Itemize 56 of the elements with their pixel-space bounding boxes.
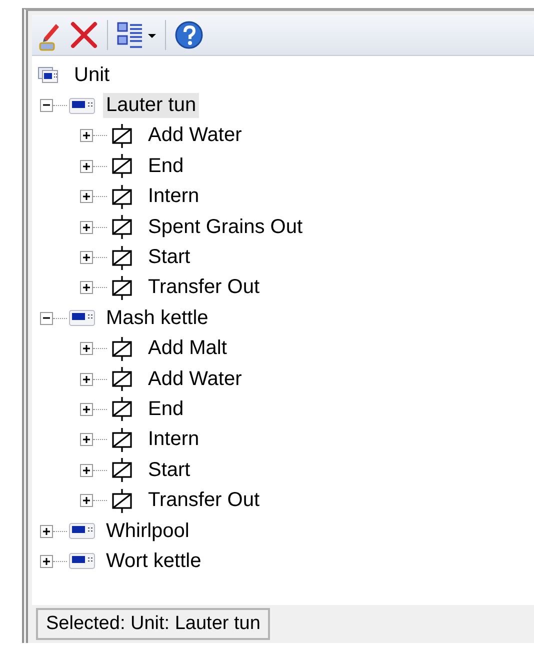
expand-icon[interactable] bbox=[80, 220, 93, 234]
step-icon bbox=[109, 426, 135, 453]
tree-item[interactable]: Start bbox=[145, 245, 194, 270]
tree-item[interactable]: Lauter tun bbox=[103, 93, 200, 118]
expand-icon[interactable] bbox=[80, 190, 93, 204]
expand-icon[interactable] bbox=[80, 372, 93, 386]
device-icon bbox=[69, 553, 95, 570]
tree-item[interactable]: Start bbox=[145, 458, 194, 483]
expand-icon[interactable] bbox=[80, 251, 93, 264]
collapse-icon[interactable] bbox=[40, 99, 53, 112]
step-icon bbox=[109, 457, 135, 484]
step-icon bbox=[109, 244, 135, 271]
tree-item[interactable]: Wort kettle bbox=[103, 548, 204, 574]
expand-icon[interactable] bbox=[40, 524, 53, 538]
device-icon bbox=[69, 98, 95, 114]
step-icon bbox=[109, 184, 135, 210]
tree-item[interactable]: Add Water bbox=[145, 123, 245, 148]
tree-item[interactable]: Unit bbox=[71, 62, 113, 88]
expand-icon[interactable] bbox=[80, 433, 93, 446]
step-icon bbox=[109, 336, 135, 362]
tree-item[interactable]: Intern bbox=[145, 427, 202, 452]
device-icon bbox=[69, 523, 95, 540]
help-icon bbox=[175, 21, 203, 49]
expand-icon[interactable] bbox=[40, 554, 53, 568]
collapse-icon[interactable] bbox=[40, 312, 53, 325]
step-icon bbox=[109, 488, 135, 514]
step-icon bbox=[109, 396, 135, 422]
expand-icon[interactable] bbox=[80, 402, 93, 416]
tree-item[interactable]: Spent Grains Out bbox=[145, 214, 306, 240]
expand-icon[interactable] bbox=[80, 342, 93, 356]
tree-item[interactable]: End bbox=[145, 396, 187, 422]
list-layout-icon bbox=[117, 21, 143, 49]
tree-item[interactable]: End bbox=[145, 154, 187, 179]
expand-icon[interactable] bbox=[80, 464, 93, 477]
expand-icon[interactable] bbox=[80, 494, 93, 508]
expand-icon[interactable] bbox=[80, 129, 93, 142]
step-icon bbox=[109, 153, 135, 180]
step-icon bbox=[109, 366, 135, 392]
tree-item[interactable]: Add Malt bbox=[145, 336, 230, 362]
step-icon bbox=[109, 214, 135, 240]
device-icon bbox=[69, 310, 95, 326]
unit-group-icon bbox=[38, 66, 59, 84]
expand-icon[interactable] bbox=[80, 281, 93, 294]
tree-item[interactable]: Add Water bbox=[145, 366, 245, 392]
expand-icon[interactable] bbox=[80, 160, 93, 173]
help-button[interactable] bbox=[173, 19, 205, 51]
tree-item[interactable]: Transfer Out bbox=[145, 488, 263, 514]
tree-item[interactable]: Intern bbox=[145, 184, 202, 210]
tree-item[interactable]: Whirlpool bbox=[103, 518, 192, 544]
step-icon bbox=[109, 274, 135, 301]
status-text: Selected: Unit: Lauter tun bbox=[36, 608, 270, 640]
tree-item[interactable]: Transfer Out bbox=[145, 275, 263, 300]
caret-icon bbox=[148, 34, 156, 38]
step-icon bbox=[109, 122, 135, 149]
tree-item[interactable]: Mash kettle bbox=[103, 306, 212, 331]
close-icon bbox=[70, 20, 98, 50]
